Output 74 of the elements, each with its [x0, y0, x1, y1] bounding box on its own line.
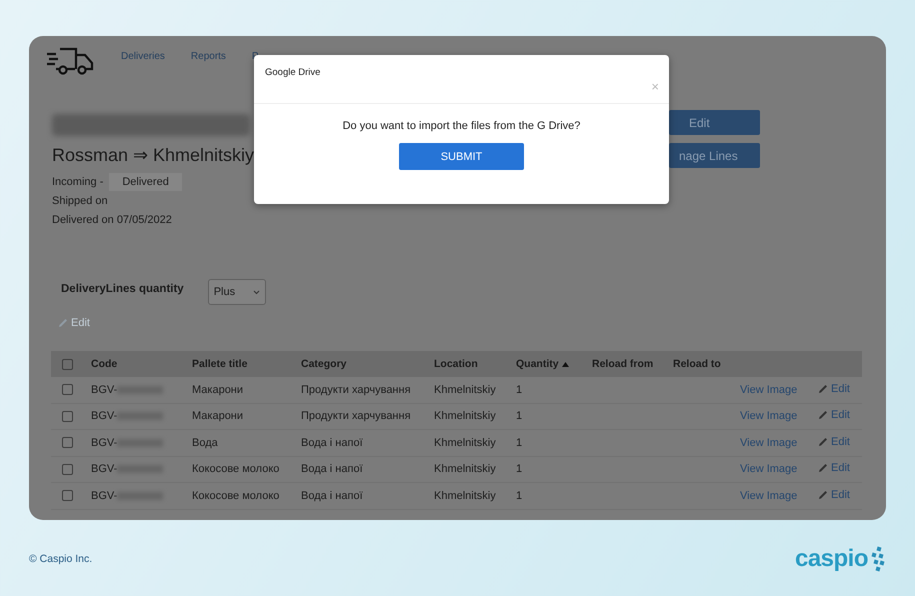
table-cell-text: Вода — [192, 436, 219, 449]
table-cell-text: Khmelnitskiy — [434, 410, 497, 422]
brand-logo: caspio — [794, 545, 885, 573]
view-image-link[interactable]: View Image — [740, 410, 798, 422]
chevron-down-icon — [252, 290, 260, 294]
table-cell-text: Макарони — [192, 410, 244, 422]
table-cell-text: 1 — [516, 410, 524, 422]
edit-link[interactable]: Edit — [818, 488, 850, 501]
table-cell-text: Макарони — [192, 384, 244, 396]
table-cell-text: Продукти харчування — [301, 410, 412, 422]
direction-label: Incoming - — [52, 176, 104, 188]
submit-button[interactable]: SUBMIT — [399, 143, 524, 170]
view-image-link[interactable]: View Image — [740, 384, 798, 396]
column-header[interactable]: Code — [91, 358, 192, 370]
view-image-link[interactable]: View Image — [740, 436, 798, 449]
pencil-icon — [818, 410, 828, 420]
checkbox[interactable] — [62, 490, 73, 502]
table-cell-text: Khmelnitskiy — [434, 463, 497, 476]
column-header[interactable]: Reload to — [673, 358, 740, 370]
table-cell-text: Вода і напої — [301, 490, 364, 502]
checkbox[interactable] — [62, 464, 73, 475]
table-cell-text: Вода і напої — [301, 463, 364, 476]
column-header[interactable]: Location — [434, 358, 516, 370]
edit-link[interactable]: Edit — [818, 436, 850, 448]
edit-link[interactable]: Edit — [818, 382, 850, 395]
pencil-icon — [58, 318, 68, 328]
checkbox[interactable] — [62, 384, 73, 396]
table-cell: BGV- — [91, 490, 118, 502]
dialog-message: Do you want to import the files from the G Drive? — [342, 120, 580, 132]
delivered-date: Delivered on 07/05/2022 — [52, 214, 172, 226]
copyright-text: © Caspio Inc. — [29, 553, 92, 565]
table-cell-text: Khmelnitskiy — [434, 490, 497, 502]
table-cell: BGV- — [91, 436, 118, 449]
pencil-icon — [818, 436, 828, 447]
edit-link[interactable]: Edit — [818, 462, 850, 474]
table-cell-text: Вода і напої — [301, 436, 364, 449]
checkbox[interactable] — [62, 437, 73, 448]
close-button[interactable]: × — [651, 79, 659, 94]
table-cell: BGV- — [91, 463, 118, 476]
column-header[interactable]: Category — [301, 358, 434, 370]
sort-ascending-icon — [562, 362, 569, 366]
table-cell-text: 1 — [516, 490, 524, 502]
pencil-icon — [818, 490, 828, 500]
table-cell-text: Кокосове молоко — [192, 490, 280, 502]
table-cell: BGV- — [91, 384, 118, 396]
action-button[interactable]: Edit — [669, 110, 760, 135]
delivery-truck-icon — [46, 46, 95, 76]
table-cell-text: Khmelnitskiy — [434, 436, 497, 449]
quantity-label: DeliveryLines quantity — [61, 283, 184, 295]
table-cell: BGV- — [91, 410, 118, 422]
table-cell-text: Кокосове молоко — [192, 463, 280, 476]
shipped-label: Shipped on — [52, 194, 108, 206]
status-badge: Delivered — [109, 172, 182, 190]
pencil-icon — [818, 463, 828, 474]
view-image-link[interactable]: View Image — [740, 463, 798, 476]
table-cell-text: 1 — [516, 463, 524, 476]
route-title: Rossman ⇒ Khmelnitskiy — [52, 144, 254, 166]
nav-link[interactable]: Deliveries — [121, 51, 165, 62]
view-image-link[interactable]: View Image — [740, 490, 798, 502]
quantity-select[interactable]: Plus — [208, 279, 266, 305]
action-button[interactable]: nage Lines — [669, 143, 760, 168]
checkbox[interactable] — [62, 410, 73, 422]
column-header[interactable]: Reload from — [592, 358, 673, 370]
table-cell-text: Khmelnitskiy — [434, 384, 497, 396]
edit-link[interactable]: Edit — [818, 409, 850, 422]
table-cell-text: 1 — [516, 384, 524, 396]
pencil-icon — [818, 384, 828, 394]
checkbox[interactable] — [62, 358, 73, 370]
dialog-title: Google Drive — [265, 67, 320, 78]
nav-link[interactable]: Reports — [190, 51, 226, 62]
column-header[interactable]: Quantity — [516, 358, 592, 370]
table-cell-text: 1 — [516, 436, 524, 449]
table-cell-text: Продукти харчування — [301, 384, 412, 396]
column-header[interactable]: Pallete title — [192, 358, 301, 370]
